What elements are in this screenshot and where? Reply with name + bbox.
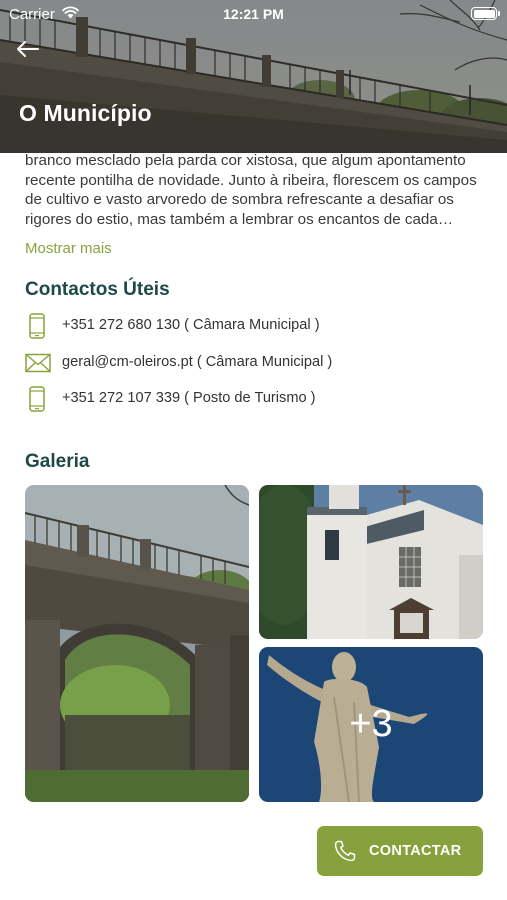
contact-item-text: geral@cm-oleiros.pt ( Câmara Municipal ) [62, 354, 333, 370]
description-paragraph: branco mesclado pela parda cor xistosa, … [25, 152, 477, 228]
church-image [259, 485, 483, 639]
battery-icon [471, 7, 500, 20]
envelope-icon [25, 353, 51, 373]
contact-item-text: +351 272 680 130 ( Câmara Municipal ) [62, 317, 320, 333]
mobile-phone-icon [29, 313, 45, 339]
contactar-button[interactable]: CONTACTAR [317, 826, 483, 876]
gallery-photo-bridge[interactable] [25, 485, 249, 802]
gallery-section-title: Galeria [25, 451, 90, 472]
gallery-photo-church[interactable] [259, 485, 483, 639]
page-title: O Município [19, 100, 152, 126]
contact-item-phone-camara[interactable]: +351 272 680 130 ( Câmara Municipal ) [25, 313, 485, 341]
contact-item-text: +351 272 107 339 ( Posto de Turismo ) [62, 390, 316, 406]
back-arrow-icon [17, 41, 39, 57]
bridge-image [25, 485, 249, 802]
more-photos-count: +3 [259, 647, 483, 802]
gallery-photo-statue-more[interactable]: +3 [259, 647, 483, 802]
contactar-button-label: CONTACTAR [369, 843, 462, 859]
clock: 12:21 PM [223, 6, 284, 22]
status-bar: Carrier 12:21 PM [0, 0, 507, 30]
description-text: branco mesclado pela parda cor xistosa, … [25, 151, 485, 228]
mobile-phone-icon [29, 386, 45, 412]
show-more-link[interactable]: Mostrar mais [25, 240, 112, 257]
phone-icon [334, 840, 356, 862]
header-banner: Carrier 12:21 PM O Município [0, 0, 507, 153]
back-button[interactable] [12, 34, 46, 64]
contacts-section-title: Contactos Úteis [25, 279, 170, 300]
contact-item-email[interactable]: geral@cm-oleiros.pt ( Câmara Municipal ) [25, 350, 485, 378]
contact-item-phone-turismo[interactable]: +351 272 107 339 ( Posto de Turismo ) [25, 386, 485, 414]
